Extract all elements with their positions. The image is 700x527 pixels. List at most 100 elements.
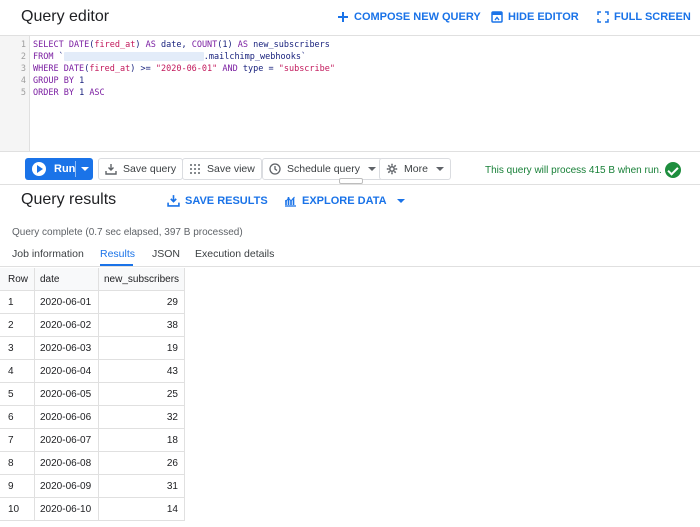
new-subscribers-cell: 29 (166, 297, 178, 308)
code-token: GROUP BY (33, 76, 74, 86)
run-dropdown-icon[interactable] (81, 167, 89, 171)
date-cell: 2020-06-07 (40, 435, 92, 446)
full-screen-button[interactable]: FULL SCREEN (597, 11, 691, 23)
table-row[interactable]: 9 2020-06-09 31 (0, 475, 185, 498)
tab-results[interactable]: Results (100, 248, 135, 260)
explore-data-button[interactable]: EXPLORE DATA (284, 194, 405, 207)
row-number-cell: 8 (8, 458, 14, 469)
column-header-date: date (40, 274, 60, 285)
code-text: GROUP BY 1 (33, 75, 84, 87)
line-number: 4 (20, 76, 26, 86)
check-icon (665, 162, 681, 178)
table-row[interactable]: 1 2020-06-01 29 (0, 291, 185, 314)
date-cell: 2020-06-09 (40, 481, 92, 492)
results-tabs: Job information Results JSON Execution d… (0, 243, 700, 267)
code-text: SELECT DATE(fired_at) AS date, COUNT(1) … (33, 39, 330, 51)
line-number: 1 (20, 40, 26, 50)
tab-job-information[interactable]: Job information (12, 248, 84, 260)
more-button[interactable]: More (379, 158, 451, 180)
table-row[interactable]: 6 2020-06-06 32 (0, 406, 185, 429)
table-row[interactable]: 10 2020-06-10 14 (0, 498, 185, 521)
compose-new-query-button[interactable]: COMPOSE NEW QUERY (337, 11, 481, 23)
save-query-button[interactable]: Save query (98, 158, 184, 180)
table-row[interactable]: 7 2020-06-07 18 (0, 429, 185, 452)
date-cell: 2020-06-01 (40, 297, 92, 308)
new-subscribers-cell: 26 (166, 458, 178, 469)
more-label: More (404, 163, 428, 175)
table-header-row: Row date new_subscribers (0, 268, 185, 291)
results-title: Query results (21, 191, 117, 208)
row-number-cell: 1 (8, 297, 14, 308)
date-cell: 2020-06-02 (40, 320, 92, 331)
editor-header: Query editor COMPOSE NEW QUERY HIDE EDIT… (0, 0, 700, 36)
code-line[interactable]: 1 SELECT DATE(fired_at) AS date, COUNT(1)… (0, 39, 700, 51)
row-number-cell: 5 (8, 389, 14, 400)
table-row[interactable]: 3 2020-06-03 19 (0, 337, 185, 360)
save-view-label: Save view (207, 163, 255, 175)
sql-editor[interactable]: 1 SELECT DATE(fired_at) AS date, COUNT(1)… (0, 36, 700, 151)
schedule-query-label: Schedule query (287, 163, 360, 175)
save-icon (105, 164, 117, 175)
code-token: type = (237, 64, 279, 74)
table-row[interactable]: 2 2020-06-02 38 (0, 314, 185, 337)
more-dropdown-icon (435, 167, 444, 171)
hide-editor-icon (491, 11, 503, 23)
code-token: WHERE DATE (33, 64, 85, 74)
row-number-cell: 9 (8, 481, 14, 492)
save-view-icon (190, 164, 200, 174)
explore-chart-icon (285, 196, 296, 207)
code-token: (1) (217, 40, 238, 50)
line-number: 3 (20, 64, 26, 74)
explore-dropdown-icon (396, 198, 405, 203)
tab-json[interactable]: JSON (152, 248, 180, 260)
table-row[interactable]: 8 2020-06-08 26 (0, 452, 185, 475)
query-validation-message: This query will process 415 B when run. (485, 165, 662, 176)
code-line[interactable]: 5 ORDER BY 1 ASC (0, 87, 700, 99)
table-row[interactable]: 5 2020-06-05 25 (0, 383, 185, 406)
new-subscribers-cell: 18 (166, 435, 178, 446)
download-icon (167, 195, 180, 207)
row-number-cell: 10 (8, 504, 20, 515)
hide-editor-label: HIDE EDITOR (508, 11, 579, 23)
line-number: 5 (20, 88, 26, 98)
code-text: FROM ` .mailchimp_webhooks` (33, 51, 306, 63)
code-line[interactable]: 4 GROUP BY 1 (0, 75, 700, 87)
save-results-button[interactable]: SAVE RESULTS (167, 194, 268, 207)
new-subscribers-cell: 31 (166, 481, 178, 492)
run-button[interactable]: Run (25, 158, 93, 180)
save-view-button[interactable]: Save view (182, 158, 262, 180)
line-number: 2 (20, 52, 26, 62)
code-token: ` (53, 52, 64, 62)
code-line[interactable]: 2 FROM ` .mailchimp_webhooks` (0, 51, 700, 63)
code-line[interactable]: 3 WHERE DATE(fired_at) >= "2020-06-01" AN… (0, 63, 700, 75)
column-header-row: Row (8, 274, 29, 285)
query-status-text: Query complete (0.7 sec elapsed, 397 B p… (12, 227, 243, 238)
new-subscribers-cell: 32 (166, 412, 178, 423)
date-cell: 2020-06-10 (40, 504, 92, 515)
table-row[interactable]: 4 2020-06-04 43 (0, 360, 185, 383)
row-number-cell: 2 (8, 320, 14, 331)
schedule-query-button[interactable]: Schedule query (262, 158, 383, 180)
code-token: date, (155, 40, 192, 50)
save-query-label: Save query (123, 163, 177, 175)
code-token: fired_at (94, 40, 136, 50)
code-token: AS (145, 40, 156, 50)
code-token: "subscribe" (278, 64, 336, 74)
code-token: ASC (89, 88, 105, 98)
code-text: ORDER BY 1 ASC (33, 87, 105, 99)
hide-editor-button[interactable]: HIDE EDITOR (491, 11, 579, 23)
date-cell: 2020-06-05 (40, 389, 92, 400)
save-results-label: SAVE RESULTS (185, 194, 268, 207)
page-title: Query editor (21, 8, 110, 25)
date-cell: 2020-06-08 (40, 458, 92, 469)
code-token: AS (237, 40, 249, 50)
row-number-cell: 4 (8, 366, 14, 377)
date-cell: 2020-06-03 (40, 343, 92, 354)
date-cell: 2020-06-06 (40, 412, 92, 423)
gear-icon (386, 163, 398, 175)
date-cell: 2020-06-04 (40, 366, 92, 377)
new-subscribers-cell: 14 (166, 504, 178, 515)
code-token: SELECT DATE (33, 40, 90, 50)
run-label: Run (54, 163, 76, 175)
tab-execution-details[interactable]: Execution details (195, 248, 274, 260)
